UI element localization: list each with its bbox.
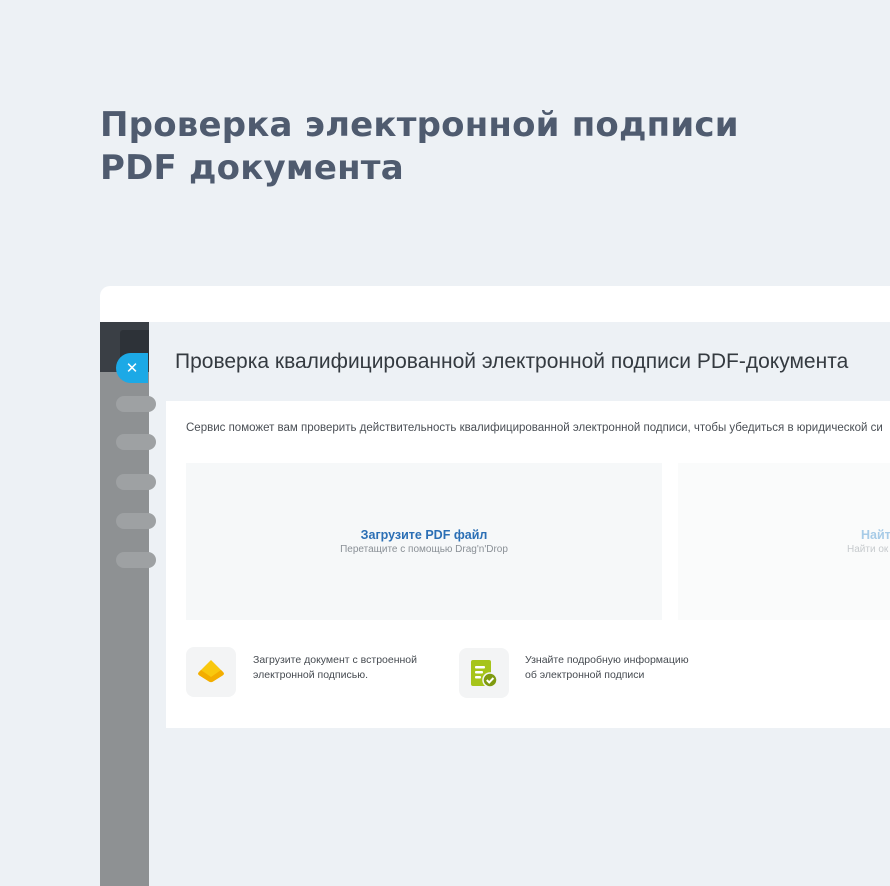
feature-upload-line-2: электронной подписью. [253,669,368,681]
sidebar-item[interactable] [116,434,156,450]
sidebar-item[interactable] [116,474,156,490]
service-description: Сервис поможет вам проверить действитель… [186,422,883,434]
app-content-area: ✕ Проверка квалифицированной электронной… [100,322,890,886]
hero-title-line-1: Проверка электронной подписи [100,105,739,145]
find-hint: Найти ок [847,544,889,555]
find-document-panel[interactable]: Найт Найти ок [678,463,890,620]
upload-document-icon-box [186,647,236,697]
sidebar-item[interactable] [116,396,156,412]
upload-hint: Перетащите с помощью Drag'n'Drop [340,544,508,555]
feature-upload-text: Загрузите документ с встроенной электрон… [253,653,417,683]
main-card: Сервис поможет вам проверить действитель… [166,401,890,728]
hero-title-line-2: PDF документа [100,148,404,188]
pdf-upload-dropzone[interactable]: Загрузите PDF файл Перетащите с помощью … [186,463,662,620]
sidebar-item[interactable] [116,552,156,568]
find-title[interactable]: Найт [861,528,890,542]
signature-info-icon [471,660,498,688]
feature-info-line-2: об электронной подписи [525,669,645,681]
hero-title: Проверка электронной подписи PDF докумен… [100,104,740,190]
close-sidebar-button[interactable]: ✕ [116,353,148,383]
upload-title[interactable]: Загрузите PDF файл [186,528,662,542]
feature-info-text: Узнайте подробную информацию об электрон… [525,653,689,683]
app-window: ✕ Проверка квалифицированной электронной… [100,286,890,886]
close-icon: ✕ [125,359,139,377]
page-title: Проверка квалифицированной электронной п… [175,350,849,373]
feature-info-line-1: Узнайте подробную информацию [525,654,689,666]
upload-document-icon [198,660,224,683]
sidebar [100,322,156,886]
feature-upload-line-1: Загрузите документ с встроенной [253,654,418,666]
signature-info-icon-box [459,648,509,698]
sidebar-item[interactable] [116,513,156,529]
